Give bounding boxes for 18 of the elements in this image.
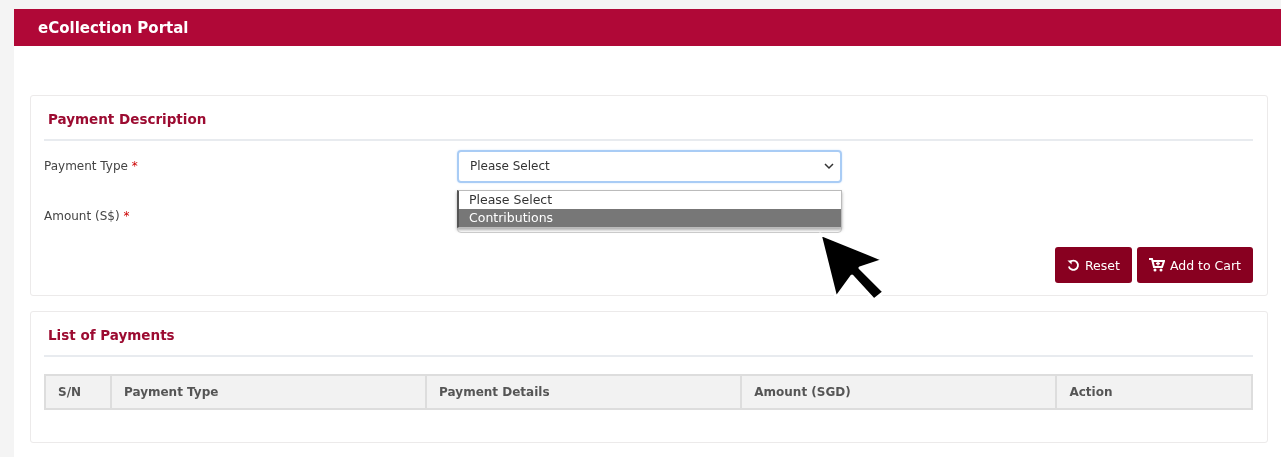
chevron-down-icon	[824, 162, 834, 170]
dropdown-option[interactable]: Please Select	[459, 190, 841, 209]
column-header: Payment Details	[426, 375, 742, 409]
cart-icon	[1148, 258, 1165, 272]
undo-icon	[1066, 258, 1080, 272]
dropdown-option[interactable]: Contributions	[459, 208, 841, 227]
section-title: List of Payments	[44, 312, 1253, 357]
field-label: Amount (S$) *	[44, 209, 131, 223]
portal-title: eCollection Portal	[38, 18, 189, 37]
field-label: Payment Type *	[44, 159, 139, 173]
select-field[interactable]: Please Select	[457, 149, 842, 183]
section-title: Payment Description	[44, 96, 1253, 141]
reset-button[interactable]: Reset	[1054, 247, 1132, 283]
column-header: Action	[1056, 375, 1252, 409]
column-header: Amount (SGD)	[741, 375, 1057, 409]
column-header: S/N	[45, 375, 111, 409]
add-to-cart-button[interactable]: Add to Cart	[1136, 247, 1253, 283]
column-header: Payment Type	[110, 375, 427, 409]
